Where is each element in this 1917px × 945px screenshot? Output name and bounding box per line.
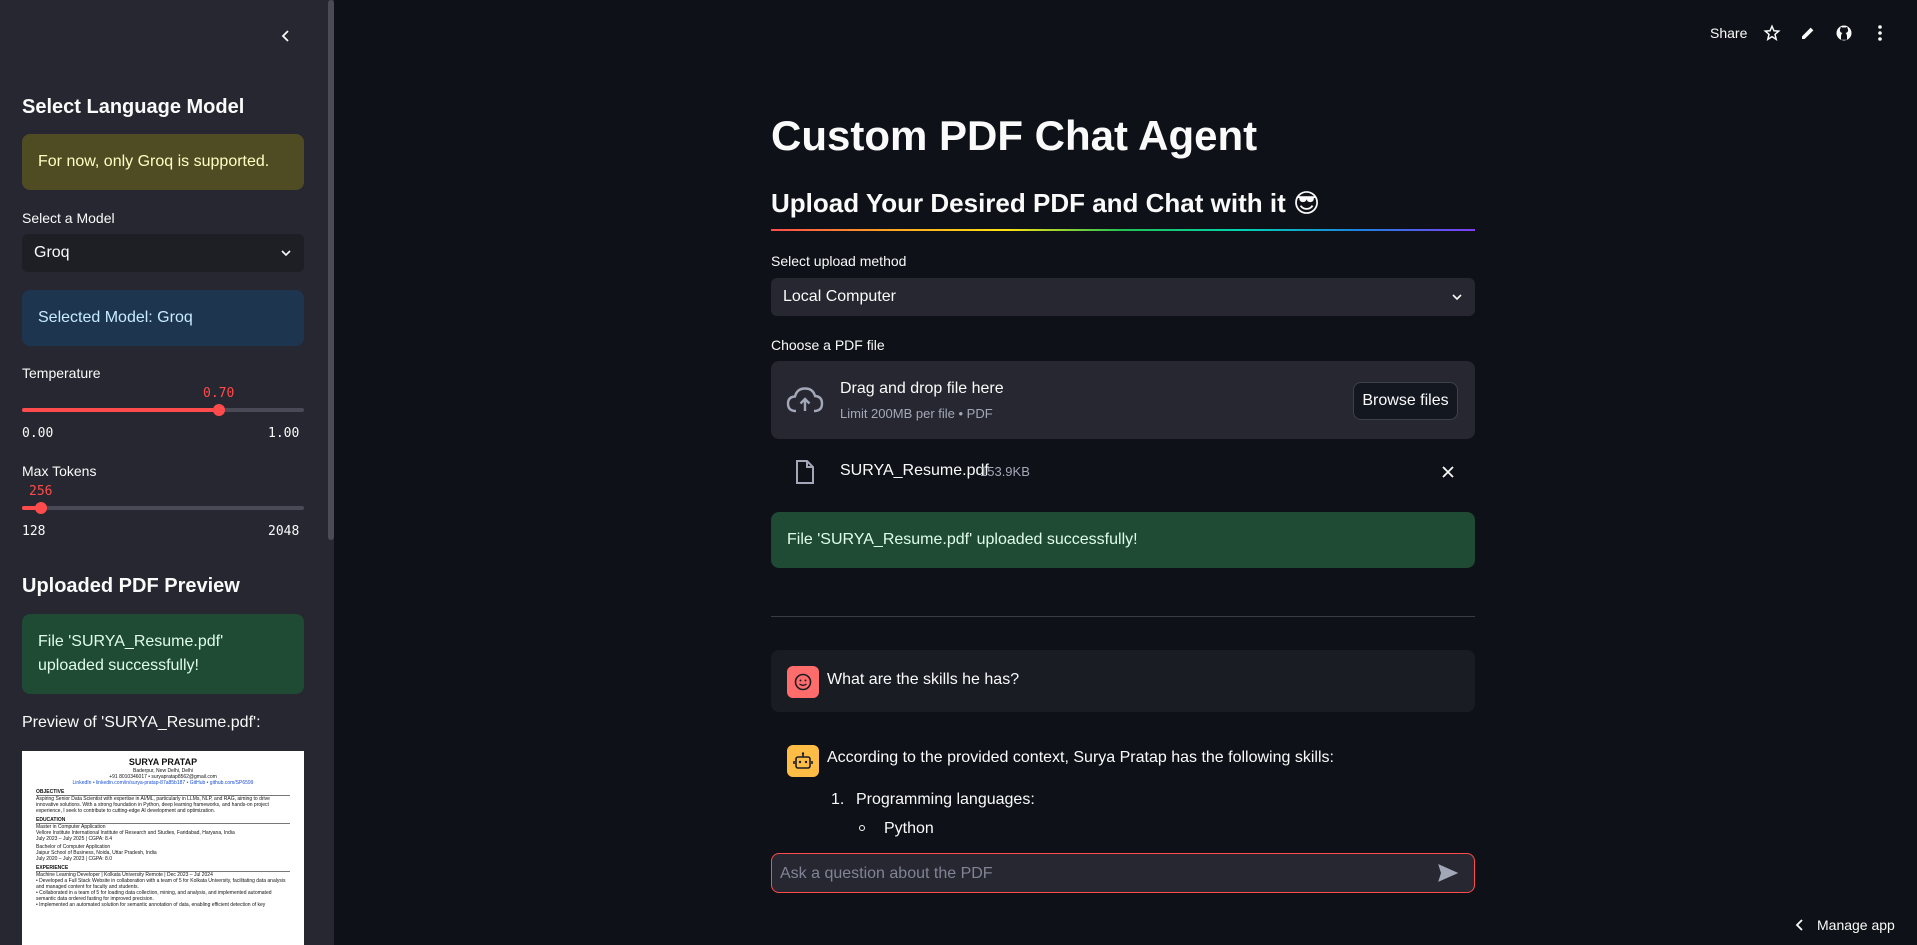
upload-method-label: Select upload method	[771, 253, 907, 269]
chat-input[interactable]	[780, 862, 1420, 886]
model-select-value: Groq	[34, 244, 70, 261]
pdf-objective-heading: OBJECTIVE	[36, 789, 290, 796]
pdf-exp1a: • Developed a Full Stack Website in coll…	[36, 878, 286, 890]
sidebar-success-alert: File 'SURYA_Resume.pdf' uploaded success…	[22, 614, 304, 694]
smiley-icon	[794, 673, 812, 691]
max-tokens-min: 128	[22, 524, 46, 539]
max-tokens-slider[interactable]	[22, 502, 304, 514]
temperature-value: 0.70	[203, 386, 235, 401]
dropzone-title: Drag and drop file here	[840, 380, 1004, 397]
pdf-edu2c: July 2020 – July 2023 | CGPA: 8.0	[36, 856, 112, 862]
page-subtitle: Upload Your Desired PDF and Chat with it…	[771, 188, 1321, 218]
pdf-exp1b: • Collaborated in a team of 5 for loadin…	[36, 890, 272, 902]
sidebar-section-title: Select Language Model	[22, 96, 245, 118]
warning-alert: For now, only Groq is supported.	[22, 134, 304, 190]
max-tokens-value: 256	[29, 484, 53, 499]
user-message-text: What are the skills he has?	[827, 671, 1020, 688]
assistant-message-intro: According to the provided context, Surya…	[827, 749, 1334, 766]
user-avatar	[787, 666, 819, 698]
pdf-links: LinkedIn • linkedin.com/in/surya-pratap-…	[72, 780, 254, 786]
temperature-slider-thumb[interactable]	[213, 404, 226, 416]
share-button[interactable]: Share	[1710, 25, 1747, 41]
model-select-label: Select a Model	[22, 210, 115, 226]
pdf-edu1c: July 2023 – July 2025 | CGPA: 8.4	[36, 836, 112, 842]
temperature-label: Temperature	[22, 365, 101, 381]
cloud-upload-icon	[786, 387, 824, 413]
sidebar-scrollbar[interactable]	[328, 0, 334, 540]
pdf-name: SURYA PRATAP	[128, 757, 198, 767]
manage-app-label: Manage app	[1817, 917, 1895, 933]
assistant-avatar	[787, 745, 819, 777]
assistant-list-item: Programming languages:	[856, 791, 1035, 808]
browse-files-button[interactable]: Browse files	[1353, 382, 1458, 420]
preview-label: Preview of 'SURYA_Resume.pdf':	[22, 714, 261, 731]
assistant-sub-item: Python	[884, 820, 934, 837]
uploaded-file-name: SURYA_Resume.pdf	[840, 462, 989, 479]
max-tokens-slider-thumb[interactable]	[34, 502, 47, 514]
uploaded-file-size: 153.9KB	[980, 464, 1030, 479]
upload-success-alert: File 'SURYA_Resume.pdf' uploaded success…	[771, 512, 1475, 568]
info-alert: Selected Model: Groq	[22, 290, 304, 346]
divider	[771, 616, 1475, 617]
robot-icon	[793, 752, 813, 769]
pdf-preview: SURYA PRATAP Baderpur, New Delhi, Delhi …	[22, 751, 304, 945]
chevron-left-icon	[1795, 919, 1803, 931]
model-select[interactable]: Groq	[22, 234, 304, 272]
github-icon[interactable]	[1834, 23, 1854, 43]
list-bullet	[859, 825, 865, 831]
sidebar: Select Language Model For now, only Groq…	[0, 0, 334, 945]
max-tokens-max: 2048	[268, 524, 300, 539]
send-icon	[1438, 864, 1459, 882]
subtitle-divider	[771, 229, 1475, 231]
dropzone-limit: Limit 200MB per file • PDF	[840, 406, 993, 421]
remove-file-button[interactable]	[1438, 462, 1458, 482]
chevron-left-icon	[281, 30, 289, 42]
page-title: Custom PDF Chat Agent	[771, 112, 1258, 159]
upload-method-select[interactable]: Local Computer	[771, 278, 1475, 316]
pdf-experience-heading: EXPERIENCE	[36, 865, 290, 872]
max-tokens-label: Max Tokens	[22, 463, 97, 479]
more-vertical-icon[interactable]	[1870, 23, 1890, 43]
chevron-down-icon	[281, 250, 291, 257]
close-icon	[1442, 466, 1454, 478]
chat-input-container	[771, 853, 1475, 893]
upload-method-value: Local Computer	[783, 288, 896, 305]
pdf-objective: Aspiring Senior Data Scientist with expe…	[36, 796, 270, 814]
chevron-down-icon	[1452, 294, 1462, 301]
manage-app-button[interactable]: Manage app	[1795, 917, 1895, 933]
pdf-exp1c: • Implemented an automated solution for …	[36, 902, 266, 908]
assistant-list-number: 1.	[831, 791, 845, 808]
pdf-education-heading: EDUCATION	[36, 817, 290, 824]
collapse-sidebar-button[interactable]	[274, 24, 298, 48]
temperature-max: 1.00	[268, 426, 300, 441]
user-chat-message: What are the skills he has?	[771, 650, 1475, 712]
file-icon	[796, 460, 814, 484]
file-uploader-label: Choose a PDF file	[771, 337, 885, 353]
pdf-preview-title: Uploaded PDF Preview	[22, 575, 240, 597]
pencil-icon[interactable]	[1798, 23, 1818, 43]
star-icon[interactable]	[1762, 23, 1782, 43]
send-button[interactable]	[1438, 864, 1460, 884]
temperature-min: 0.00	[22, 426, 54, 441]
temperature-slider-fill	[22, 408, 220, 412]
temperature-slider[interactable]	[22, 404, 304, 416]
